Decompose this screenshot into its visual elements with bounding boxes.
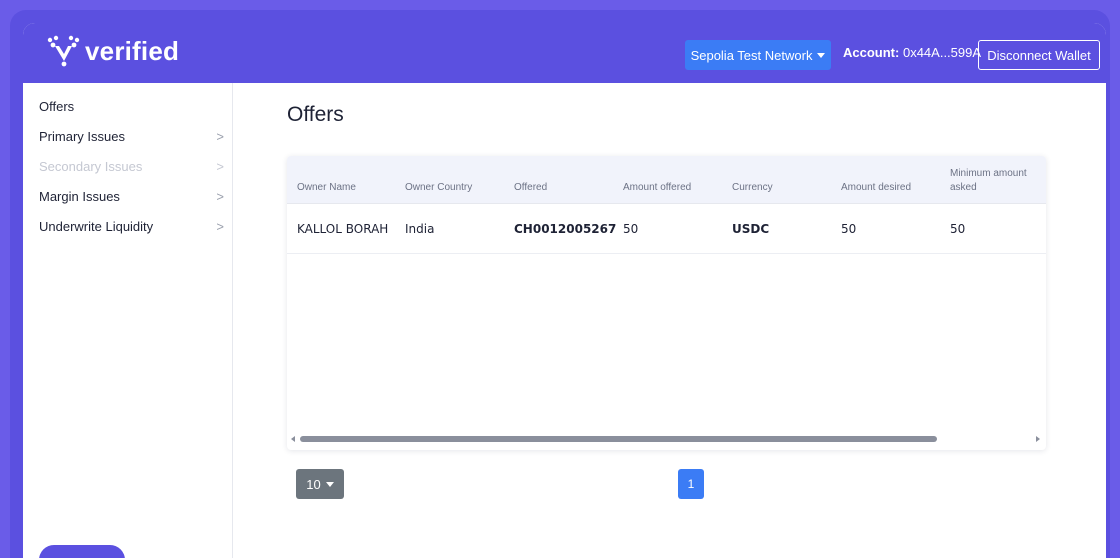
page-title: Offers [287, 103, 344, 126]
column-header-offered[interactable]: Offered [514, 181, 547, 195]
verified-logo-icon [47, 35, 80, 67]
sidebar-item-underwrite-liquidity[interactable]: Underwrite Liquidity > [39, 214, 224, 238]
brand-name: verified [85, 35, 180, 66]
scrollbar-thumb[interactable] [300, 436, 937, 442]
cell-minimum-amount-asked: 50 [950, 222, 966, 236]
column-header-amount-desired[interactable]: Amount desired [841, 181, 911, 195]
cell-amount-offered: 50 [623, 222, 639, 236]
caret-down-icon [817, 52, 826, 58]
disconnect-wallet-button[interactable]: Disconnect Wallet [978, 40, 1100, 70]
offers-table: Owner Name Owner Country Offered Amount … [287, 156, 1046, 450]
column-header-minimum-amount-asked[interactable]: Minimum amount asked [950, 167, 1040, 195]
column-header-amount-offered[interactable]: Amount offered [623, 181, 691, 195]
app-window: verified Sepolia Test Network Account: 0… [23, 23, 1106, 558]
scroll-left-arrow-icon[interactable] [291, 436, 295, 442]
horizontal-scrollbar[interactable] [287, 434, 1046, 446]
account-address: 0x44A...599A [902, 45, 982, 60]
sidebar-item-label: Secondary Issues [39, 158, 143, 174]
sidebar: Offers Primary Issues > Secondary Issues… [23, 83, 233, 558]
top-navbar: verified Sepolia Test Network Account: 0… [23, 23, 1106, 83]
help-button[interactable] [39, 545, 125, 558]
main-content: Offers Owner Name Owner Country Offered … [233, 83, 1106, 558]
column-header-owner-country[interactable]: Owner Country [405, 181, 472, 195]
column-header-currency[interactable]: Currency [732, 181, 773, 195]
sidebar-item-primary-issues[interactable]: Primary Issues > [39, 124, 224, 148]
network-label: Sepolia Test Network [690, 47, 813, 63]
cell-owner-country: India [405, 222, 435, 236]
chevron-right-icon: > [216, 128, 224, 144]
table-row[interactable]: KALLOL BORAH India CH0012005267 50 USDC … [287, 204, 1046, 254]
app-frame: verified Sepolia Test Network Account: 0… [10, 10, 1110, 558]
page-button-1[interactable]: 1 [678, 469, 704, 499]
cell-amount-desired: 50 [841, 222, 857, 236]
account-display: Account: 0x44A...599A [843, 45, 981, 60]
chevron-right-icon: > [216, 188, 224, 204]
network-selector-button[interactable]: Sepolia Test Network [685, 40, 831, 70]
brand-logo[interactable]: verified [43, 31, 179, 71]
account-label: Account: [843, 45, 900, 60]
chevron-right-icon: > [216, 218, 224, 234]
cell-currency: USDC [732, 222, 770, 236]
caret-down-icon [325, 481, 334, 487]
sidebar-item-offers[interactable]: Offers [39, 94, 224, 118]
cell-owner-name: KALLOL BORAH [297, 222, 389, 236]
sidebar-item-margin-issues[interactable]: Margin Issues > [39, 184, 224, 208]
cell-offered: CH0012005267 [514, 222, 617, 236]
page-size-value: 10 [306, 476, 321, 492]
sidebar-item-secondary-issues: Secondary Issues > [39, 154, 224, 178]
sidebar-item-label: Primary Issues [39, 128, 125, 144]
scroll-right-arrow-icon[interactable] [1036, 436, 1040, 442]
sidebar-item-label: Underwrite Liquidity [39, 218, 154, 234]
chevron-right-icon: > [216, 158, 224, 174]
page-size-dropdown[interactable]: 10 [296, 469, 344, 499]
table-header: Owner Name Owner Country Offered Amount … [287, 156, 1046, 204]
column-header-owner-name[interactable]: Owner Name [297, 181, 356, 195]
sidebar-item-label: Offers [39, 98, 75, 114]
sidebar-item-label: Margin Issues [39, 188, 120, 204]
